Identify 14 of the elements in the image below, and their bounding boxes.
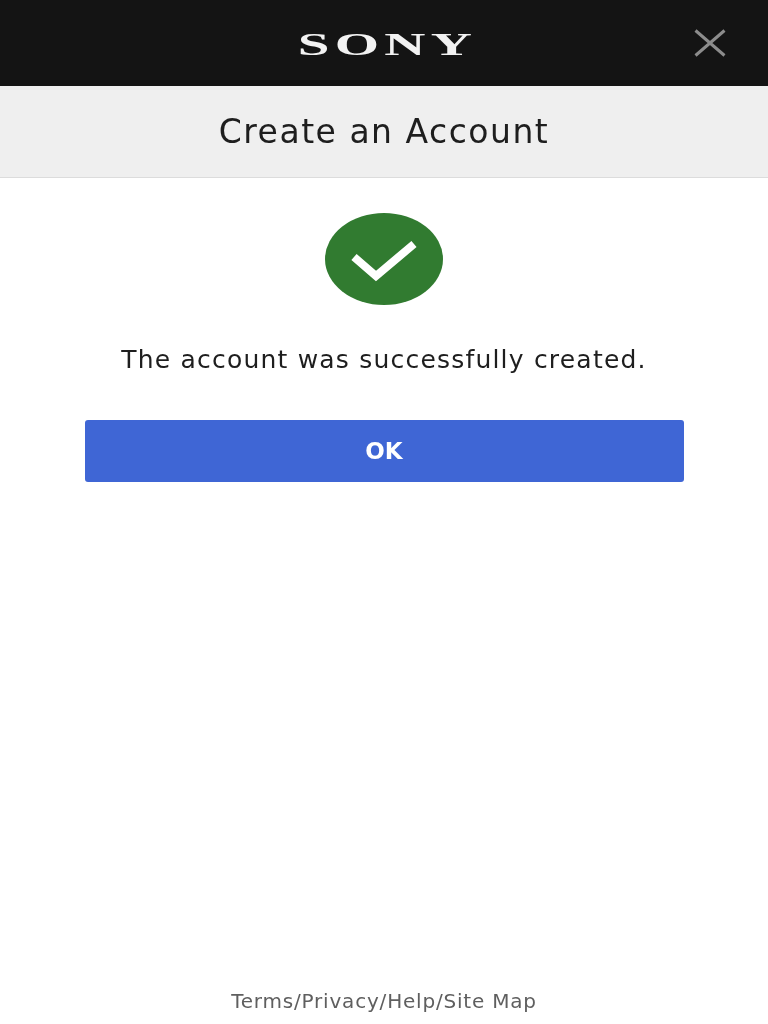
footer-link[interactable]: Site Map [443, 989, 537, 1013]
footer-link[interactable]: Terms [231, 989, 295, 1013]
separator-text: / [294, 989, 302, 1013]
footer-link[interactable]: Help [387, 989, 436, 1013]
separator-text: / [379, 989, 388, 1013]
close-button[interactable] [694, 29, 726, 57]
footer-link[interactable]: Privacy [301, 989, 380, 1013]
close-icon [694, 29, 726, 57]
brand-logo: SONY [297, 28, 477, 60]
page-title: Create an Account [218, 111, 550, 152]
success-message: The account was successfully created. [121, 345, 647, 375]
ok-button[interactable]: OK [84, 420, 684, 482]
separator-text: / [435, 989, 444, 1013]
check-icon [325, 213, 443, 305]
